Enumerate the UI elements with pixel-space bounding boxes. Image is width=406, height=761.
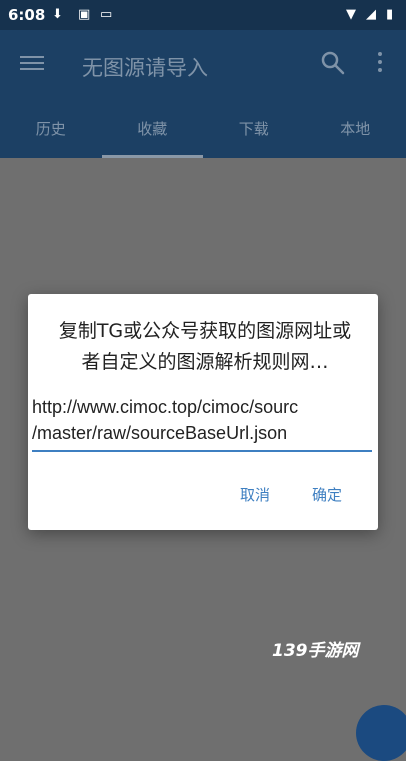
status-bar: 6:08 ⬇ ▣ ▭ ▼ ◢ ▮: [0, 0, 406, 30]
download-icon: ⬇: [52, 7, 63, 22]
signal-icon: ◢: [366, 7, 376, 22]
tab-bar: 历史 收藏 下载 本地: [0, 104, 406, 158]
search-icon[interactable]: [320, 50, 346, 76]
cancel-button[interactable]: 取消: [240, 484, 270, 505]
tab-download[interactable]: 下载: [203, 104, 305, 158]
watermark: 139手游网: [272, 636, 359, 661]
source-url-input[interactable]: http://www.cimoc.top/cimoc/sourc /master…: [32, 394, 372, 452]
battery-icon: ▮: [386, 7, 393, 22]
notification-icon: ▣: [78, 7, 90, 22]
tab-history[interactable]: 历史: [0, 104, 102, 158]
tab-favorites[interactable]: 收藏: [102, 104, 204, 158]
status-time: 6:08: [8, 6, 45, 24]
menu-icon[interactable]: [20, 52, 44, 74]
app-bar: 无图源请导入: [0, 30, 406, 104]
ok-button[interactable]: 确定: [312, 484, 342, 505]
dialog-message: 复制TG或公众号获取的图源网址或者自定义的图源解析规则网…: [50, 316, 360, 378]
wifi-icon: ▼: [346, 7, 356, 22]
more-icon[interactable]: [374, 52, 386, 78]
app-title: 无图源请导入: [82, 52, 208, 82]
keyboard-icon: ▭: [100, 7, 112, 22]
tab-local[interactable]: 本地: [305, 104, 406, 158]
floating-action-button[interactable]: [356, 705, 406, 761]
import-source-dialog: 复制TG或公众号获取的图源网址或者自定义的图源解析规则网… http://www…: [28, 294, 378, 530]
